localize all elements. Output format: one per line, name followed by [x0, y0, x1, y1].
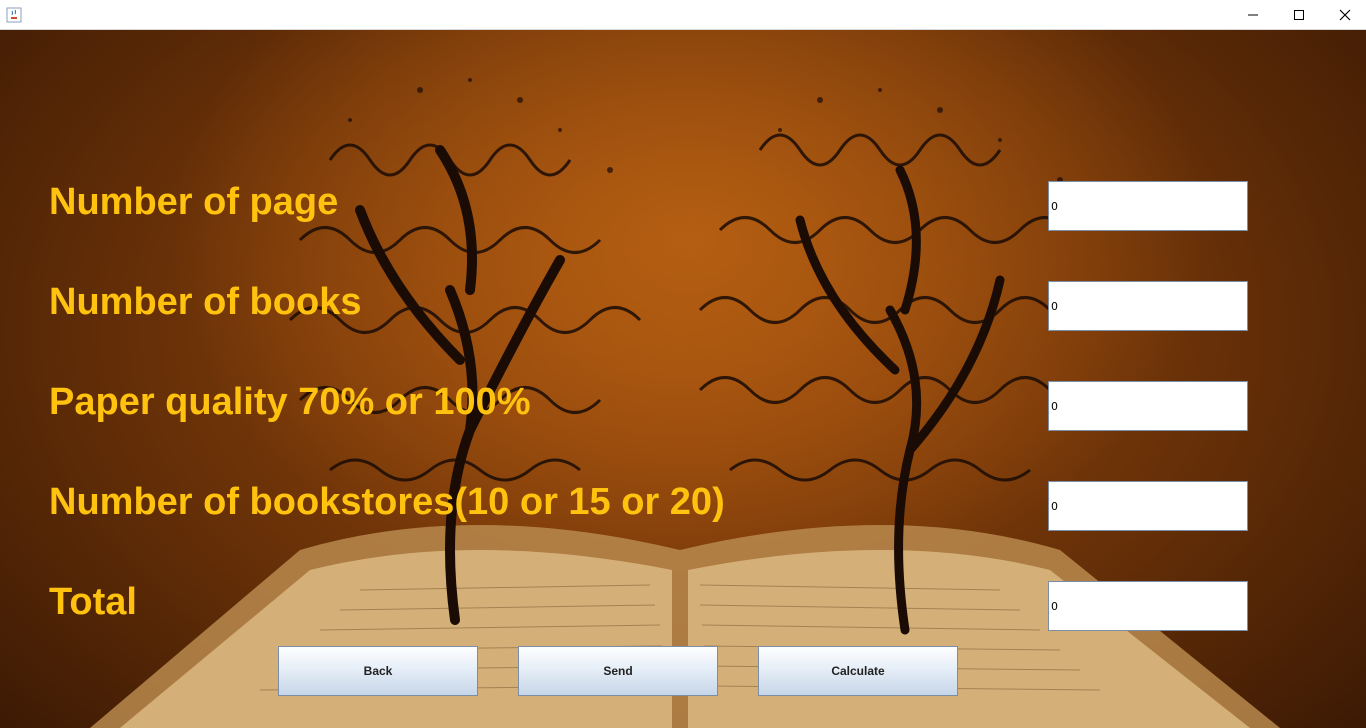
java-coffee-cup-icon — [6, 7, 22, 23]
back-button[interactable]: Back — [278, 646, 478, 696]
close-icon[interactable] — [1322, 0, 1366, 30]
number-of-bookstores-input[interactable] — [1048, 481, 1248, 531]
number-of-page-input[interactable] — [1048, 181, 1248, 231]
calculate-button[interactable]: Calculate — [758, 646, 958, 696]
number-of-books-input[interactable] — [1048, 281, 1248, 331]
paper-quality-input[interactable] — [1048, 381, 1248, 431]
window-titlebar — [0, 0, 1366, 30]
label-number-of-bookstores: Number of bookstores(10 or 15 or 20) — [49, 481, 725, 523]
label-number-of-books: Number of books — [49, 281, 362, 323]
send-button[interactable]: Send — [518, 646, 718, 696]
minimize-icon[interactable] — [1230, 0, 1276, 30]
total-input[interactable] — [1048, 581, 1248, 631]
label-paper-quality: Paper quality 70% or 100% — [49, 381, 531, 423]
label-total: Total — [49, 581, 137, 623]
label-number-of-page: Number of page — [49, 181, 339, 223]
maximize-icon[interactable] — [1276, 0, 1322, 30]
